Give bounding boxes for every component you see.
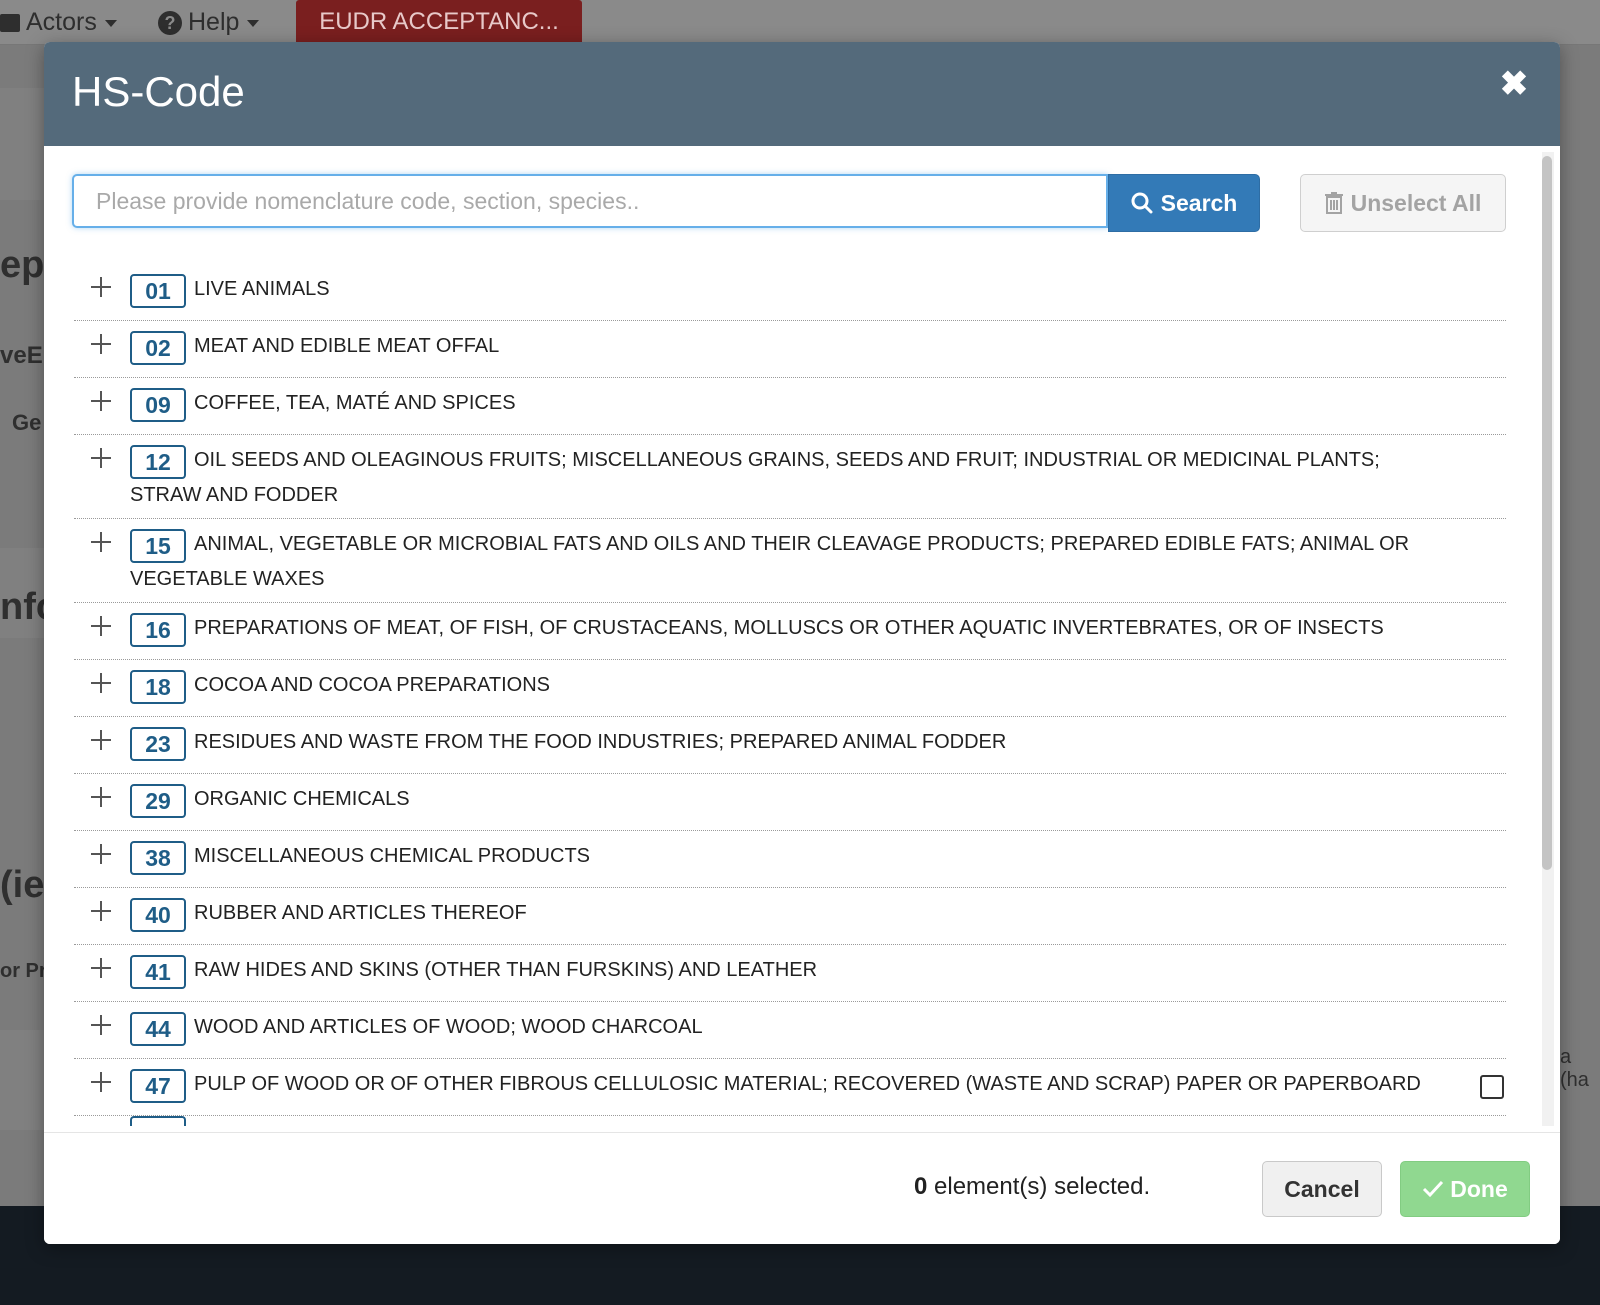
hs-code-modal: HS-Code ✖ Search Unselect All [44,42,1560,1244]
row-label: PREPARATIONS OF MEAT, OF FISH, OF CRUSTA… [194,617,1384,639]
nav-help-label: Help [188,8,240,36]
row-label: RESIDUES AND WASTE FROM THE FOOD INDUSTR… [194,731,1007,753]
tree-row[interactable]: 01 LIVE ANIMALS [74,264,1506,321]
plus-icon[interactable] [90,900,112,922]
cancel-button[interactable]: Cancel [1262,1161,1382,1217]
plus-icon[interactable] [90,729,112,751]
code-badge [130,1116,186,1126]
search-button[interactable]: Search [1108,174,1260,232]
plus-icon[interactable] [90,1071,112,1093]
nav-eudr-tab[interactable]: EUDR ACCEPTANC... [296,0,582,44]
row-label: LIVE ANIMALS [194,278,330,300]
row-checkbox[interactable] [1480,1075,1504,1099]
trash-icon [1324,192,1343,214]
row-label: WOOD AND ARTICLES OF WOOD; WOOD CHARCOAL [194,1016,703,1038]
bg-panel [0,1030,44,1130]
actors-icon [0,14,20,33]
unselect-all-button[interactable]: Unselect All [1300,174,1506,232]
tree-row[interactable]: 18 COCOA AND COCOA PREPARATIONS [74,660,1506,717]
plus-icon[interactable] [90,447,112,469]
search-icon [1131,192,1153,214]
row-label: COFFEE, TEA, MATÉ AND SPICES [194,392,516,414]
row-label: RUBBER AND ARTICLES THEREOF [194,902,527,924]
row-label: OIL SEEDS AND OLEAGINOUS FRUITS; MISCELL… [130,449,1380,506]
caret-down-icon [247,19,260,27]
tree-row[interactable]: 02 MEAT AND EDIBLE MEAT OFFAL [74,321,1506,378]
plus-icon[interactable] [90,276,112,298]
top-navbar: Actors ? Help EUDR ACCEPTANC... [0,0,1600,45]
search-input[interactable] [72,174,1108,228]
modal-title: HS-Code [72,68,245,115]
check-icon [1423,1180,1444,1198]
nav-actors-label: Actors [26,8,97,36]
tree-row[interactable]: 15 ANIMAL, VEGETABLE OR MICROBIAL FATS A… [74,519,1506,603]
row-label: COCOA AND COCOA PREPARATIONS [194,674,550,696]
plus-icon[interactable] [90,672,112,694]
row-label: ORGANIC CHEMICALS [194,788,410,810]
plus-icon[interactable] [90,957,112,979]
row-label: MEAT AND EDIBLE MEAT OFFAL [194,335,500,357]
tree-row[interactable]: 47 PULP OF WOOD OR OF OTHER FIBROUS CELL… [74,1059,1506,1116]
scrollbar-thumb[interactable] [1542,156,1552,870]
plus-icon[interactable] [90,1014,112,1036]
tree-row[interactable]: 40 RUBBER AND ARTICLES THEREOF [74,888,1506,945]
tree-row[interactable]: 44 WOOD AND ARTICLES OF WOOD; WOOD CHARC… [74,1002,1506,1059]
plus-icon[interactable] [90,615,112,637]
unselect-all-label: Unselect All [1350,189,1482,216]
bg-fragment: (ie [0,864,45,906]
tree-row[interactable]: 16 PREPARATIONS OF MEAT, OF FISH, OF CRU… [74,603,1506,660]
selection-count: 0 element(s) selected. [914,1173,1150,1201]
done-label: Done [1450,1175,1508,1202]
plus-icon[interactable] [90,843,112,865]
tree-row-partial[interactable] [74,1116,1506,1132]
tree-row[interactable]: 41 RAW HIDES AND SKINS (OTHER THAN FURSK… [74,945,1506,1002]
row-label: RAW HIDES AND SKINS (OTHER THAN FURSKINS… [194,959,818,981]
bg-fragment: a (ha [1560,1046,1589,1091]
tree-row[interactable]: 23 RESIDUES AND WASTE FROM THE FOOD INDU… [74,717,1506,774]
bg-fragment: Ge [12,410,42,435]
row-label: PULP OF WOOD OR OF OTHER FIBROUS CELLULO… [194,1073,1421,1095]
plus-icon[interactable] [90,390,112,412]
search-button-label: Search [1160,189,1238,216]
plus-icon[interactable] [90,786,112,808]
tree-row[interactable]: 29 ORGANIC CHEMICALS [74,774,1506,831]
row-label: ANIMAL, VEGETABLE OR MICROBIAL FATS AND … [130,533,1410,590]
tree-row[interactable]: 38 MISCELLANEOUS CHEMICAL PRODUCTS [74,831,1506,888]
plus-icon[interactable] [90,333,112,355]
row-label: MISCELLANEOUS CHEMICAL PRODUCTS [194,845,590,867]
tree-row[interactable]: 12 OIL SEEDS AND OLEAGINOUS FRUITS; MISC… [74,435,1506,519]
selected-text: element(s) selected. [934,1173,1151,1200]
close-icon[interactable]: ✖ [1498,67,1530,101]
nav-actors[interactable]: Actors [0,0,117,44]
modal-header: HS-Code ✖ [44,42,1560,146]
nav-help[interactable]: ? Help [158,0,260,44]
caret-down-icon [104,19,117,27]
bg-panel [0,88,44,200]
modal-footer: 0 element(s) selected. Cancel Done [44,1132,1560,1244]
help-icon: ? [158,11,182,36]
tree-row[interactable]: 09 COFFEE, TEA, MATÉ AND SPICES [74,378,1506,435]
hs-code-tree: 01 LIVE ANIMALS 02 MEAT AND EDIBLE MEAT … [74,264,1506,1132]
plus-icon[interactable] [90,531,112,553]
modal-body: Search Unselect All 01 LIVE ANIMALS 02 [44,146,1560,1132]
selected-number: 0 [914,1173,928,1200]
bg-fragment: or Pr [0,960,47,982]
done-button[interactable]: Done [1400,1161,1530,1217]
bg-fragment: veE [0,342,43,369]
